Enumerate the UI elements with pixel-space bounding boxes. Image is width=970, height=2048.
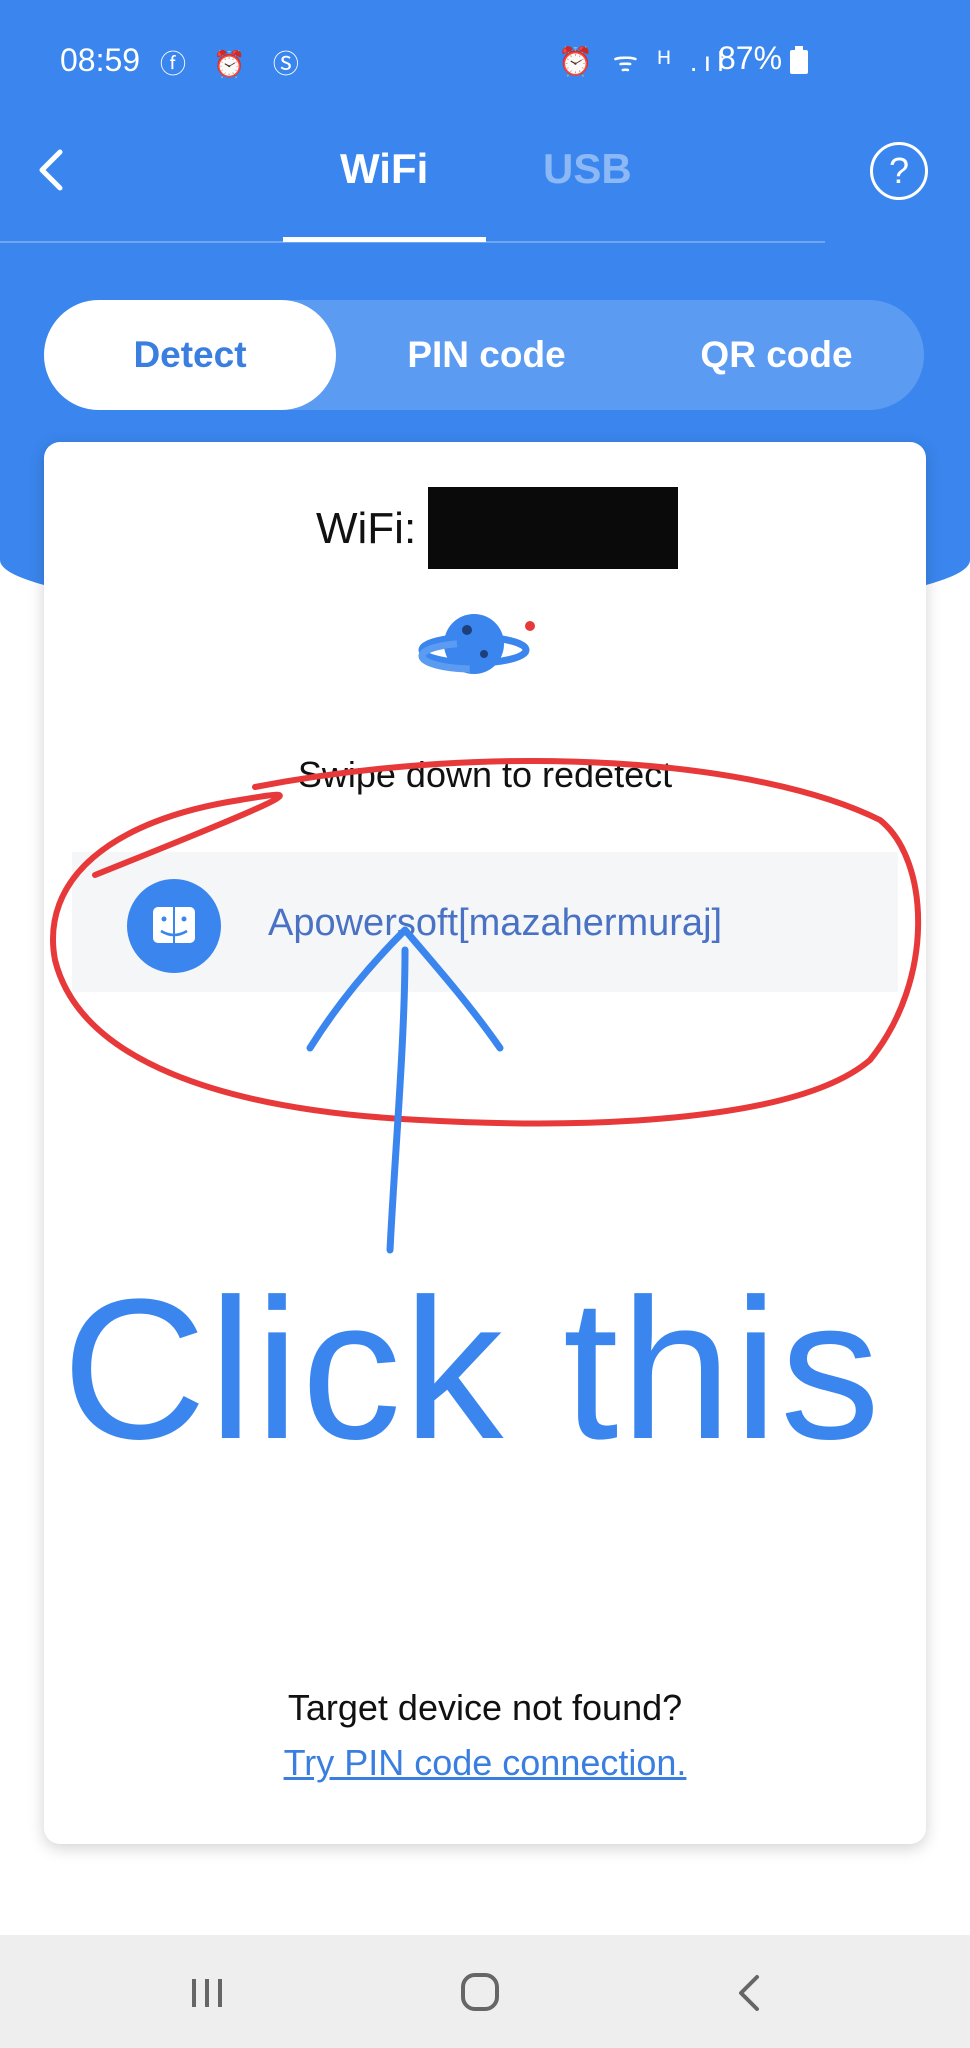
- tab-usb[interactable]: USB: [543, 145, 632, 193]
- detect-card: WiFi: Swipe down to redetect Apowersoft[…: [44, 442, 926, 1844]
- try-pin-link[interactable]: Try PIN code connection.: [44, 1742, 926, 1784]
- system-back-button[interactable]: [715, 1963, 785, 2023]
- home-icon: [461, 1973, 499, 2011]
- recents-icon: [192, 1979, 222, 2007]
- finder-icon: [127, 879, 221, 973]
- status-time: 08:59: [60, 42, 141, 78]
- segment-pin-code[interactable]: PIN code: [349, 300, 624, 410]
- recents-button[interactable]: [172, 1963, 242, 2023]
- status-bar: 08:59 ⓕ ⏰ Ⓢ ⏰ ᯤ ᴴ .ıl 87%: [0, 0, 970, 120]
- swipe-hint: Swipe down to redetect: [297, 754, 673, 795]
- back-button[interactable]: [30, 140, 74, 200]
- help-circle-icon: ?: [888, 150, 910, 191]
- battery-percent: 87%: [718, 40, 783, 76]
- segment-qr-code[interactable]: QR code: [639, 300, 914, 410]
- notification-icons: ⓕ ⏰ Ⓢ: [160, 49, 309, 79]
- device-list-item[interactable]: Apowersoft[mazahermuraj]: [72, 852, 898, 992]
- system-nav-bar: [0, 1935, 970, 2048]
- help-button[interactable]: ?: [870, 142, 928, 200]
- wifi-label: WiFi:: [316, 504, 417, 553]
- not-found-text: Target device not found?: [287, 1687, 683, 1728]
- planet-icon: [418, 614, 535, 674]
- back-icon: [739, 1975, 759, 2011]
- chevron-left-icon: [39, 149, 63, 191]
- annotation-text: Click this: [62, 1258, 883, 1481]
- tab-wifi[interactable]: WiFi: [340, 145, 428, 193]
- device-name[interactable]: Apowersoft[mazahermuraj]: [268, 902, 722, 945]
- home-button[interactable]: [445, 1963, 515, 2023]
- wifi-name-redacted: [428, 487, 678, 569]
- tab-active-indicator: [283, 237, 486, 242]
- system-icons: ⏰ ᯤ ᴴ .ıl: [558, 46, 730, 77]
- battery-icon: [790, 46, 808, 74]
- mode-selector: Detect PIN code QR code: [44, 300, 924, 410]
- segment-detect[interactable]: Detect: [44, 300, 336, 410]
